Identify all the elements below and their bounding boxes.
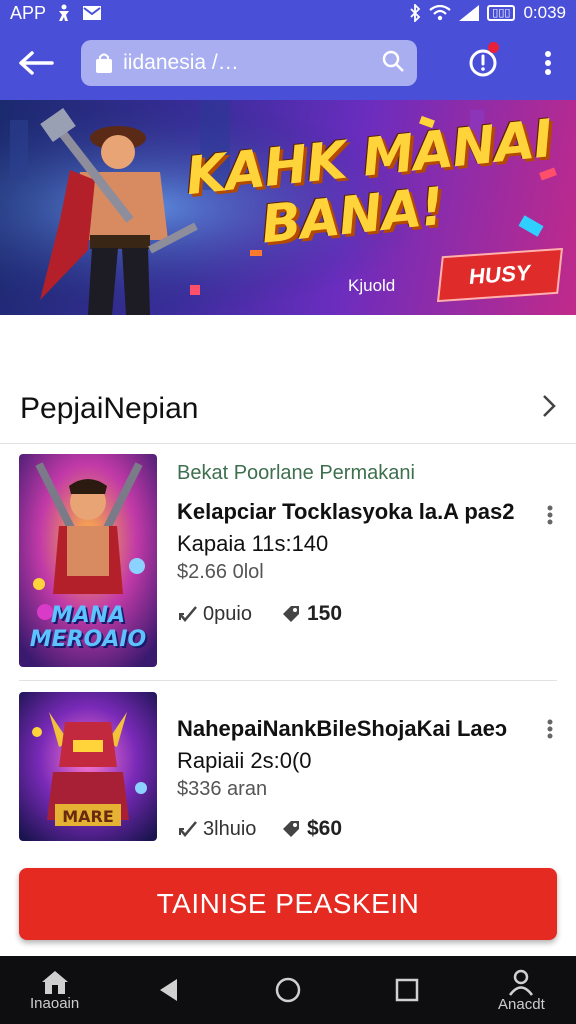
back-arrow-icon [18, 51, 54, 75]
bluetooth-icon [409, 4, 421, 22]
item-info: Bekat Poorlane Permakani Kelapciar Tockl… [177, 462, 528, 626]
primary-action-button[interactable]: TAINISE PEASKEIN [19, 868, 557, 940]
section-header[interactable]: PepjaiNepian [0, 374, 576, 444]
nav-account-label: Anacdt [498, 995, 545, 1013]
notification-dot [487, 42, 499, 53]
signal-icon [459, 5, 480, 21]
overflow-menu-button[interactable] [521, 26, 576, 100]
item-price: $336 aran [177, 778, 268, 800]
tag-icon [283, 821, 299, 837]
check-heart-icon [179, 606, 197, 622]
item-thumbnail: MANA MEROAIO [19, 454, 157, 667]
thumbnail-title: MARE [62, 807, 114, 826]
battery-icon: ▯▯▯ [487, 5, 516, 21]
item-more-button[interactable] [538, 500, 562, 530]
item-name[interactable]: NahepaiNankBileShojaKai Laeɔ [177, 716, 528, 742]
item-subtitle: Kapaia 11s:140 [177, 531, 329, 556]
promo-banner[interactable]: KAHK MANAI BANA! Kjuold HUSY [0, 100, 576, 315]
triangle-back-icon [159, 979, 177, 1001]
check-heart-icon [179, 821, 197, 837]
chevron-right-icon[interactable] [542, 394, 556, 423]
back-button[interactable] [0, 26, 71, 100]
figure-icon [56, 4, 72, 22]
search-icon[interactable] [381, 49, 405, 78]
likes-stat: 0puio [177, 603, 281, 626]
item-stats: 0puio 150 [177, 602, 528, 626]
mail-icon [82, 5, 102, 21]
item-info: NahepaiNankBileShojaKai Laeɔ Rapiaii 2s:… [177, 716, 528, 841]
views-stat: 150 [281, 602, 342, 626]
banner-badge-button[interactable]: HUSY [436, 247, 564, 303]
status-bar: APP ▯▯▯ 0:039 [0, 0, 576, 26]
banner-subtitle: Kjuold [348, 276, 396, 295]
clock: 0:039 [523, 3, 566, 22]
notification-button[interactable] [455, 26, 510, 100]
nav-home-label: Inaoain [30, 994, 80, 1012]
person-icon [509, 969, 534, 996]
search-bar[interactable] [81, 40, 418, 86]
views-count: $60 [307, 817, 343, 840]
back-system-button[interactable] [109, 956, 228, 1024]
square-recents-icon [395, 978, 419, 1002]
more-vert-icon [547, 719, 553, 739]
item-thumbnail: MARE [19, 692, 157, 841]
bottom-navigation: Inaoain Anacdt [0, 956, 576, 1024]
item-name[interactable]: Kelapciar Tocklasyoka la.A pas2 [177, 499, 528, 525]
app-label: APP [10, 2, 47, 23]
item-stats: 3lhuio $60 [177, 817, 528, 841]
shopping-bag-icon [93, 52, 115, 74]
item-price: $2.66 0lol [177, 561, 264, 583]
home-system-button[interactable] [228, 956, 347, 1024]
more-vert-icon [545, 51, 552, 75]
item-subtitle: Rapiaii 2s:0(0 [177, 748, 312, 773]
list-item[interactable]: MANA MEROAIO Bekat Poorlane Permakani Ke… [0, 454, 576, 670]
likes-stat: 3lhuio [177, 818, 281, 841]
nav-account[interactable]: Anacdt [467, 956, 576, 1024]
home-icon [41, 970, 68, 994]
thumbnail-title: MANA MEROAIO [29, 603, 147, 652]
tag-icon [283, 606, 299, 622]
likes-count: 0puio [203, 602, 252, 625]
section-title: PepjaiNepian [20, 391, 199, 425]
item-category: Bekat Poorlane Permakani [177, 462, 415, 484]
views-stat: $60 [281, 817, 342, 841]
more-vert-icon [547, 505, 553, 525]
nav-home[interactable]: Inaoain [0, 956, 109, 1024]
likes-count: 3lhuio [203, 817, 257, 840]
divider [19, 680, 557, 681]
circle-home-icon [275, 977, 301, 1003]
wifi-icon [429, 5, 451, 21]
list-item[interactable]: MARE NahepaiNankBileShojaKai Laeɔ Rapiai… [0, 692, 576, 842]
views-count: 150 [307, 602, 343, 625]
recents-system-button[interactable] [348, 956, 467, 1024]
item-more-button[interactable] [538, 714, 562, 744]
toolbar [0, 26, 576, 100]
search-input[interactable] [123, 51, 382, 75]
